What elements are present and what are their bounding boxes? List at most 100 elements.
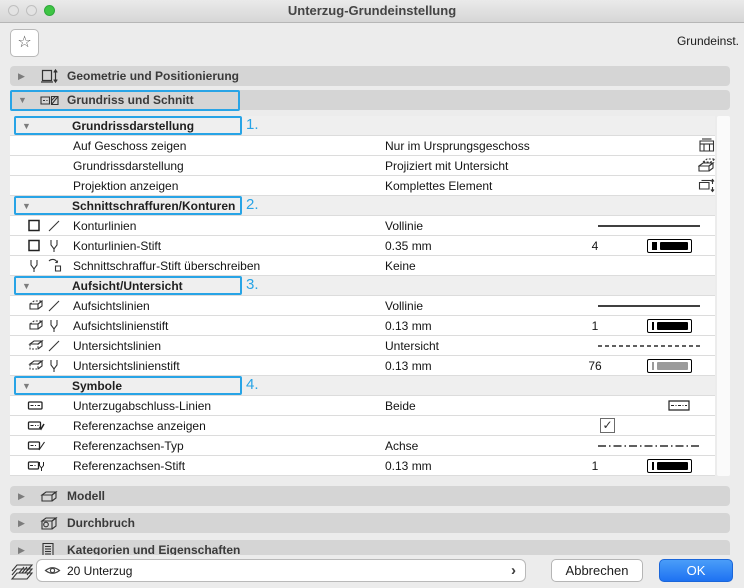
row-konturlinien-stift[interactable]: Konturlinien-Stift 0.35 mm 4: [10, 236, 715, 256]
pen-weight-mark: [652, 462, 654, 470]
row-value-dropdown[interactable]: Projiziert mit Untersicht: [385, 159, 508, 173]
chevron-down-icon[interactable]: ▼: [22, 281, 31, 291]
row-label: Grundrissdarstellung: [73, 159, 184, 173]
line-preview-dashed: [598, 339, 700, 352]
row-aufsichtslinien[interactable]: Aufsichtslinien Vollinie: [10, 296, 715, 316]
row-value-dropdown[interactable]: 0.13 mm: [385, 359, 432, 373]
subsection-label: Schnittschraffuren/Konturen: [72, 199, 235, 213]
row-value-dropdown[interactable]: Vollinie: [385, 299, 423, 313]
row-value-dropdown[interactable]: 0.13 mm: [385, 459, 432, 473]
chevron-down-icon[interactable]: ▼: [10, 95, 40, 105]
pen-icon: [27, 258, 43, 273]
annotation-3: 3.: [246, 276, 259, 293]
home-story-icon: [698, 138, 716, 153]
opening-box-icon: [40, 516, 64, 531]
chevron-right-icon[interactable]: ▶: [10, 545, 40, 556]
section-header-durchbruch[interactable]: ▶ Durchbruch: [10, 513, 730, 533]
row-value-dropdown[interactable]: Keine: [385, 259, 416, 273]
eye-icon: [44, 564, 61, 577]
model-box-icon: [40, 489, 64, 504]
ok-button[interactable]: OK: [659, 559, 733, 582]
line-preview-solid: [598, 299, 700, 312]
pen-number: 76: [565, 359, 625, 373]
subsection-symbole[interactable]: ▼ Symbole 4.: [10, 376, 715, 396]
line-type-icon: [47, 218, 61, 233]
pen-color-field[interactable]: [647, 239, 692, 253]
line-type-icon: [47, 338, 61, 353]
line-preview-dashdot: [598, 439, 700, 452]
pen-weight-mark: [652, 362, 654, 370]
beam-symbol-icon: [27, 398, 45, 413]
section-label: Geometrie und Positionierung: [67, 69, 239, 83]
row-label: Referenzachse anzeigen: [73, 419, 206, 433]
scrollbar-track[interactable]: [717, 116, 730, 476]
row-value-dropdown[interactable]: Nur im Ursprungsgeschoss: [385, 139, 530, 153]
dialog-footer: 20 Unterzug › Abbrechen OK: [0, 555, 744, 588]
row-grundrissdarstellung[interactable]: Grundrissdarstellung Projiziert mit Unte…: [10, 156, 715, 176]
subsection-grundrissdarstellung[interactable]: ▼ Grundrissdarstellung 1.: [10, 116, 715, 136]
slab-bottom-view-icon: [27, 358, 44, 373]
section-header-modell[interactable]: ▶ Modell: [10, 486, 730, 506]
chevron-right-icon[interactable]: ▶: [10, 518, 40, 529]
beam-symbol-icon: [27, 458, 45, 473]
pen-color-fill: [660, 242, 688, 250]
row-referenzachse-anzeigen[interactable]: Referenzachse anzeigen ✓: [10, 416, 715, 436]
geometry-icon: [40, 68, 64, 84]
slab-top-view-icon: [27, 318, 44, 333]
row-value-dropdown[interactable]: 0.13 mm: [385, 319, 432, 333]
annotation-1: 1.: [246, 116, 259, 133]
reference-axis-checkbox[interactable]: ✓: [600, 418, 615, 433]
row-konturlinien[interactable]: Konturlinien Vollinie: [10, 216, 715, 236]
pen-color-field[interactable]: [647, 359, 692, 373]
section-label: Grundriss und Schnitt: [67, 93, 194, 107]
row-value-dropdown[interactable]: Achse: [385, 439, 418, 453]
beam-symbol-icon: [27, 418, 45, 433]
chevron-down-icon[interactable]: ▼: [22, 381, 31, 391]
subsection-label: Aufsicht/Untersicht: [72, 279, 183, 293]
row-untersichtslinien[interactable]: Untersichtslinien Untersicht: [10, 336, 715, 356]
row-aufsichtslinienstift[interactable]: Aufsichtslinienstift 0.13 mm 1: [10, 316, 715, 336]
row-value-dropdown[interactable]: Vollinie: [385, 219, 423, 233]
row-schnittschraffur-stift-ueberschreiben[interactable]: Schnittschraffur-Stift überschreiben Kei…: [10, 256, 715, 276]
favorite-selector[interactable]: 20 Unterzug ›: [36, 559, 526, 582]
row-value-dropdown[interactable]: Untersicht: [385, 339, 439, 353]
section-header-grundriss-schnitt[interactable]: ▼ Grundriss und Schnitt: [10, 90, 730, 110]
plan-and-section-icon: [40, 93, 64, 108]
row-referenzachsen-typ[interactable]: Referenzachsen-Typ Achse: [10, 436, 715, 456]
row-value-dropdown[interactable]: 0.35 mm: [385, 239, 432, 253]
subsection-aufsicht-untersicht[interactable]: ▼ Aufsicht/Untersicht 3.: [10, 276, 715, 296]
override-arrow-icon: [47, 258, 62, 273]
row-label: Konturlinien-Stift: [73, 239, 161, 253]
entire-element-icon: [698, 178, 716, 193]
chevron-right-icon[interactable]: ▶: [10, 71, 40, 82]
subsection-schnittschraffuren[interactable]: ▼ Schnittschraffuren/Konturen 2.: [10, 196, 715, 216]
line-type-icon: [47, 298, 61, 313]
pen-color-field[interactable]: [647, 459, 692, 473]
row-label: Aufsichtslinienstift: [73, 319, 168, 333]
chevron-right-icon[interactable]: ›: [511, 562, 516, 579]
row-projektion-anzeigen[interactable]: Projektion anzeigen Komplettes Element: [10, 176, 715, 196]
cancel-button[interactable]: Abbrechen: [551, 559, 643, 582]
chevron-down-icon[interactable]: ▼: [22, 201, 31, 211]
pen-color-field[interactable]: [647, 319, 692, 333]
chevron-down-icon[interactable]: ▼: [22, 121, 31, 131]
row-label: Untersichtslinienstift: [73, 359, 180, 373]
row-label: Schnittschraffur-Stift überschreiben: [73, 259, 260, 273]
highlight-box-4: [14, 376, 242, 395]
row-value-dropdown[interactable]: Beide: [385, 399, 416, 413]
row-untersichtslinienstift[interactable]: Untersichtslinienstift 0.13 mm 76: [10, 356, 715, 376]
annotation-2: 2.: [246, 196, 259, 213]
favorites-star-button[interactable]: ☆: [10, 29, 39, 57]
pen-icon: [47, 318, 61, 333]
row-value-dropdown[interactable]: Komplettes Element: [385, 179, 492, 193]
contour-square-icon: [27, 218, 43, 233]
row-referenzachsen-stift[interactable]: Referenzachsen-Stift 0.13 mm 1: [10, 456, 715, 476]
settings-table: ▼ Grundrissdarstellung 1. Auf Geschoss z…: [10, 116, 715, 476]
row-auf-geschoss-zeigen[interactable]: Auf Geschoss zeigen Nur im Ursprungsgesc…: [10, 136, 715, 156]
pen-color-fill: [657, 462, 688, 470]
pen-number: 1: [565, 459, 625, 473]
section-header-geometrie[interactable]: ▶ Geometrie und Positionierung: [10, 66, 730, 86]
chevron-right-icon[interactable]: ▶: [10, 491, 40, 502]
row-unterzugabschluss-linien[interactable]: Unterzugabschluss-Linien Beide: [10, 396, 715, 416]
pen-icon: [47, 358, 61, 373]
